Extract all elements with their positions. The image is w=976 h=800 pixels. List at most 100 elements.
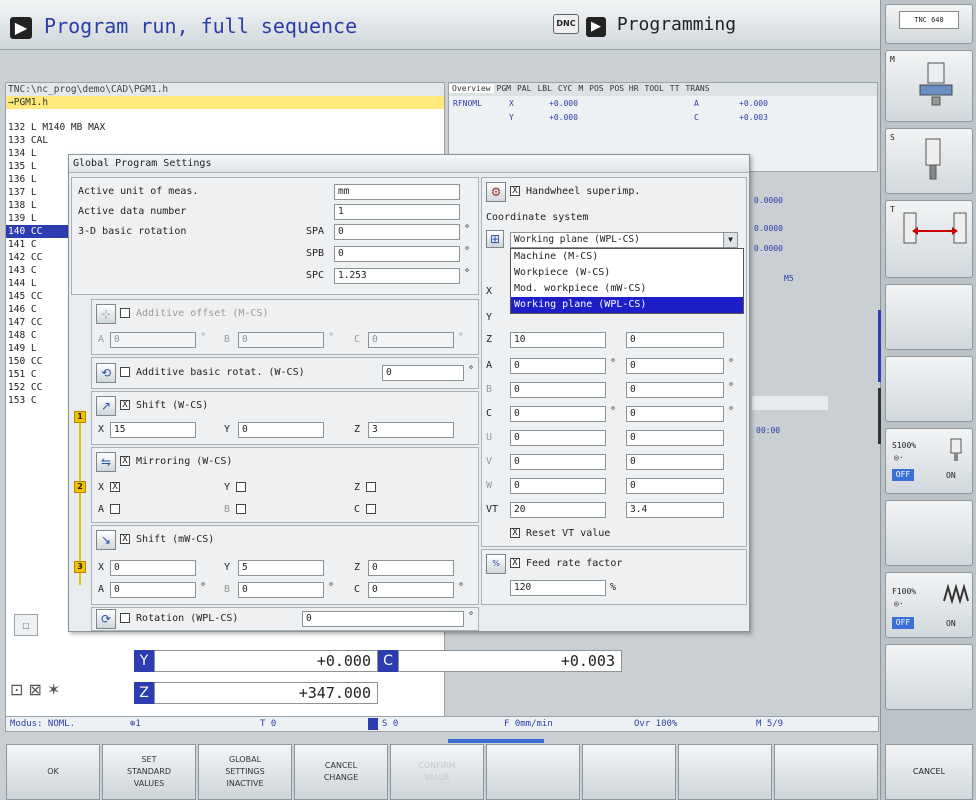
smw-c-field[interactable]: 0 bbox=[368, 582, 454, 598]
confirm-softkey[interactable]: CONFIRM VALUE bbox=[390, 744, 484, 800]
ov-time: 00:00 bbox=[756, 426, 781, 435]
spb-field[interactable]: 0 bbox=[334, 246, 460, 262]
spc-field[interactable]: 1.253 bbox=[334, 268, 460, 284]
hw-axis-field[interactable]: 0 bbox=[510, 358, 606, 374]
empty-key-3[interactable] bbox=[885, 500, 973, 566]
feed-rate-field[interactable]: 120 bbox=[510, 580, 606, 596]
shift-w-z-field[interactable]: 3 bbox=[368, 422, 454, 438]
program-line[interactable]: 133 CAL bbox=[6, 134, 444, 147]
overview-tab[interactable]: TOOL bbox=[642, 84, 667, 93]
hw-z-field-2[interactable]: 0 bbox=[626, 332, 724, 348]
empty-softkey-2[interactable] bbox=[582, 744, 676, 800]
overview-tab[interactable]: Overview bbox=[449, 84, 494, 93]
smw-b-field[interactable]: 0 bbox=[238, 582, 324, 598]
hw-axis-field[interactable]: 0 bbox=[510, 454, 606, 470]
program-path: TNC:\nc_prog\demo\CAD\PGM1.h bbox=[6, 83, 444, 96]
additive-rotation-checkbox[interactable] bbox=[120, 367, 130, 377]
smw-b-deg: ° bbox=[328, 582, 335, 593]
feed-rate-checkbox[interactable]: X bbox=[510, 558, 520, 568]
overview-tab[interactable]: M bbox=[575, 84, 586, 93]
view-icons[interactable]: ⊡ ⊠ ✶ bbox=[10, 680, 60, 699]
global-inactive-softkey[interactable]: GLOBAL SETTINGS INACTIVE bbox=[198, 744, 292, 800]
coord-option-working-plane[interactable]: Working plane (WPL-CS) bbox=[511, 297, 743, 313]
t-function-key[interactable]: T bbox=[885, 200, 973, 278]
cancel-change-softkey[interactable]: CANCEL CHANGE bbox=[294, 744, 388, 800]
additive-rotation-field[interactable]: 0 bbox=[382, 365, 464, 381]
smw-y-field[interactable]: 5 bbox=[238, 560, 324, 576]
mirroring-checkbox[interactable]: X bbox=[120, 456, 130, 466]
spa-field[interactable]: 0 bbox=[334, 224, 460, 240]
vt-field-1[interactable]: 20 bbox=[510, 502, 606, 518]
overview-tab[interactable]: LBL bbox=[534, 84, 554, 93]
hw-z-field[interactable]: 10 bbox=[510, 332, 606, 348]
overview-tab[interactable]: POS HR bbox=[607, 84, 642, 93]
empty-softkey-1[interactable] bbox=[486, 744, 580, 800]
overview-tab[interactable]: PGM bbox=[494, 84, 514, 93]
hw-axis-field[interactable]: 0 bbox=[510, 430, 606, 446]
rotation-wpl-group: ⟳ Rotation (WPL-CS) 0 ° bbox=[91, 607, 479, 631]
ao-c-field[interactable]: 0 bbox=[368, 332, 454, 348]
hw-axis-field[interactable]: 0 bbox=[626, 358, 724, 374]
reset-vt-checkbox[interactable]: X bbox=[510, 528, 520, 538]
empty-softkey-3[interactable] bbox=[678, 744, 772, 800]
hw-axis-field[interactable]: 0 bbox=[626, 454, 724, 470]
ok-softkey[interactable]: OK bbox=[6, 744, 100, 800]
empty-softkey-4[interactable] bbox=[774, 744, 878, 800]
set-standard-softkey[interactable]: SET STANDARD VALUES bbox=[102, 744, 196, 800]
s-function-key[interactable]: S bbox=[885, 128, 973, 194]
overview-tab[interactable]: CYC bbox=[555, 84, 575, 93]
mir-b-checkbox[interactable] bbox=[236, 504, 247, 514]
mir-x-checkbox[interactable]: X bbox=[110, 482, 121, 492]
m-function-key[interactable]: M bbox=[885, 50, 973, 122]
spindle-override-key[interactable]: S100% ◎· OFF ON bbox=[885, 428, 973, 494]
coord-system-select[interactable]: Working plane (WPL-CS) ▼ bbox=[510, 232, 738, 248]
dial-icon: ◎· bbox=[894, 453, 904, 462]
rotation-wpl-checkbox[interactable] bbox=[120, 613, 130, 623]
overview-tab[interactable]: TRANS bbox=[682, 84, 712, 93]
handwheel-checkbox[interactable]: X bbox=[510, 186, 520, 196]
shift-w-x-field[interactable]: 15 bbox=[110, 422, 196, 438]
coord-option-mod-workpiece[interactable]: Mod. workpiece (mW-CS) bbox=[511, 281, 743, 297]
shift-wcs-checkbox[interactable]: X bbox=[120, 400, 130, 410]
vt-field-2[interactable]: 3.4 bbox=[626, 502, 724, 518]
smw-a-field[interactable]: 0 bbox=[110, 582, 196, 598]
hw-axis-field[interactable]: 0 bbox=[626, 382, 724, 398]
clipboard-icon[interactable]: ☐ bbox=[14, 614, 38, 636]
rotation-wpl-field[interactable]: 0 bbox=[302, 611, 464, 627]
spc-label: SPC bbox=[306, 270, 325, 281]
overview-tab[interactable]: POS bbox=[586, 84, 606, 93]
empty-key-2[interactable] bbox=[885, 356, 973, 422]
additive-offset-checkbox[interactable] bbox=[120, 308, 130, 318]
ao-b-field[interactable]: 0 bbox=[238, 332, 324, 348]
ao-a-field[interactable]: 0 bbox=[110, 332, 196, 348]
empty-key-4[interactable] bbox=[885, 644, 973, 710]
shift-w-y-field[interactable]: 0 bbox=[238, 422, 324, 438]
shift-mwcs-checkbox[interactable]: X bbox=[120, 534, 130, 544]
selected-file[interactable]: →PGM1.h bbox=[6, 96, 444, 109]
hw-axis-field[interactable]: 0 bbox=[626, 478, 724, 494]
right-cancel-softkey[interactable]: CANCEL bbox=[885, 744, 973, 800]
empty-key-1[interactable] bbox=[885, 284, 973, 350]
hw-axis-field[interactable]: 0 bbox=[626, 406, 724, 422]
hw-axis-field[interactable]: 0 bbox=[510, 406, 606, 422]
smw-x-field[interactable]: 0 bbox=[110, 560, 196, 576]
feed-override-key[interactable]: F100% ◎· OFF ON bbox=[885, 572, 973, 638]
mir-z-checkbox[interactable] bbox=[366, 482, 377, 492]
coord-option-workpiece[interactable]: Workpiece (W-CS) bbox=[511, 265, 743, 281]
overview-tab[interactable]: TT bbox=[667, 84, 683, 93]
dnc-icon[interactable]: DNC bbox=[553, 14, 579, 34]
mir-c-checkbox[interactable] bbox=[366, 504, 377, 514]
overview-tab[interactable]: PAL bbox=[514, 84, 534, 93]
hw-axis-field[interactable]: 0 bbox=[510, 382, 606, 398]
smw-z-field[interactable]: 0 bbox=[368, 560, 454, 576]
program-line[interactable]: 132 L M140 MB MAX bbox=[6, 121, 444, 134]
mir-a-checkbox[interactable] bbox=[110, 504, 121, 514]
hw-axis-field[interactable]: 0 bbox=[626, 430, 724, 446]
secondary-mode[interactable]: ▶ Programming bbox=[586, 14, 736, 37]
shift-mw-icon: ↘ bbox=[96, 530, 116, 550]
mir-y-checkbox[interactable] bbox=[236, 482, 247, 492]
chevron-down-icon[interactable]: ▼ bbox=[723, 233, 737, 247]
shift-w-y-label: Y bbox=[224, 424, 231, 435]
hw-axis-field[interactable]: 0 bbox=[510, 478, 606, 494]
coord-option-machine[interactable]: Machine (M-CS) bbox=[511, 249, 743, 265]
